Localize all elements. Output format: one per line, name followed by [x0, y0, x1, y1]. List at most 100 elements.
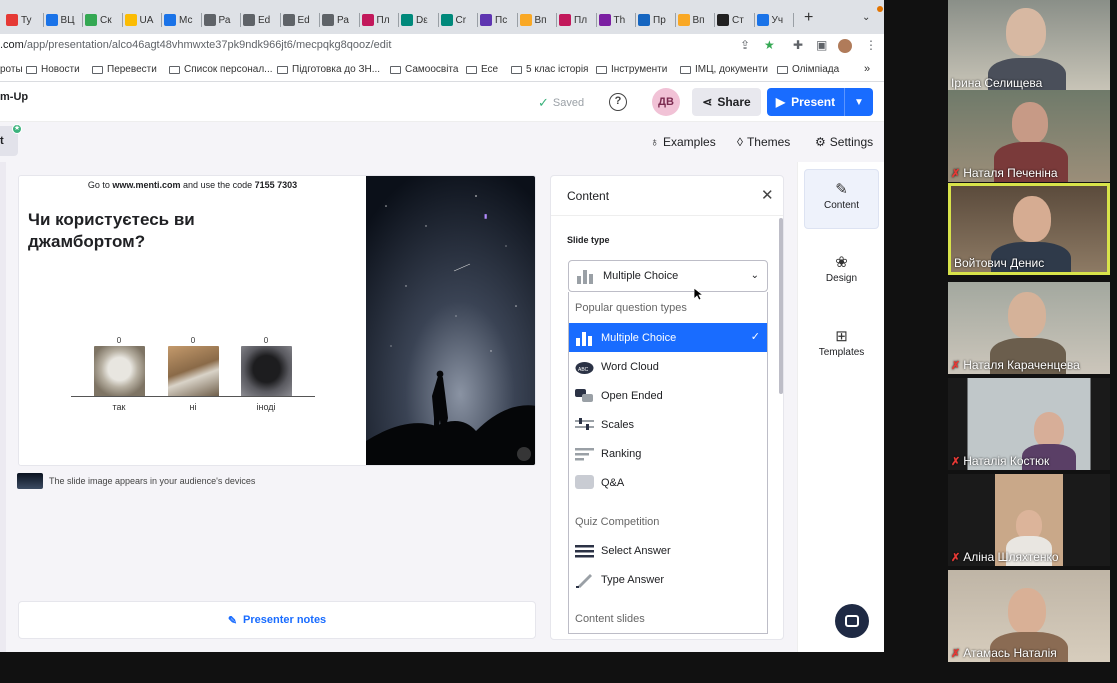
bar-chart-icon: [577, 270, 593, 284]
option-label: іноді: [256, 402, 276, 412]
browser-tab[interactable]: Ed: [243, 8, 281, 32]
browser-tab[interactable]: Ра: [322, 8, 360, 32]
image-thumbnail[interactable]: [17, 473, 43, 489]
address-bar[interactable]: .com/app/presentation/alco46agt48vhmwxte…: [0, 34, 884, 58]
word-cloud-icon: ABC: [575, 361, 594, 374]
browser-tab[interactable]: Ск: [85, 8, 123, 32]
slide-preview[interactable]: Go to www.menti.com and use the code 715…: [18, 175, 536, 466]
url-text[interactable]: .com/app/presentation/alco46agt48vhmwxte…: [0, 39, 391, 51]
bookmark-item[interactable]: Інструменти: [596, 64, 667, 75]
presentation-title[interactable]: m-Up: [0, 91, 28, 103]
bookmark-item[interactable]: 5 клас історія: [511, 64, 588, 75]
participant-tile[interactable]: ✗ Наталія Костюк: [948, 378, 1110, 470]
side-panel-icon[interactable]: ▣: [816, 38, 827, 52]
tab-search-chevron-icon[interactable]: ⌄: [862, 12, 870, 23]
slide-type-select[interactable]: Multiple Choice ⌄: [568, 260, 768, 292]
option-type-answer[interactable]: Type Answer: [569, 565, 767, 594]
new-tab-button[interactable]: +: [804, 9, 813, 27]
bookmark-item[interactable]: Самоосвіта: [390, 64, 458, 75]
share-button[interactable]: ⋖ Share: [692, 88, 761, 116]
present-button[interactable]: ▶ Present: [767, 88, 845, 116]
browser-tab[interactable]: Пл: [559, 8, 597, 32]
rail-content-button[interactable]: ✎ Content: [804, 169, 879, 229]
browser-tab[interactable]: Cr: [440, 8, 478, 32]
panel-scrollbar[interactable]: [779, 218, 783, 394]
slide-list-strip[interactable]: [0, 162, 6, 652]
option-multiple-choice[interactable]: Multiple Choice ✓: [569, 323, 767, 352]
rail-templates-button[interactable]: ⊞ Templates: [804, 317, 879, 377]
browser-tab[interactable]: Пс: [480, 8, 518, 32]
participant-tile[interactable]: Ірина Селищева: [948, 0, 1110, 92]
bookmark-item[interactable]: Новости: [26, 64, 80, 75]
user-avatar[interactable]: ДВ: [652, 88, 680, 116]
tab-favicon-icon: [717, 14, 729, 26]
profile-avatar[interactable]: [838, 39, 852, 53]
tab-label: ВЦ: [60, 14, 75, 26]
browser-tab[interactable]: Пл: [361, 8, 399, 32]
bookmark-item[interactable]: роты: [0, 64, 23, 75]
ranking-icon: [575, 447, 594, 460]
folder-icon: [277, 65, 288, 74]
participant-tile[interactable]: ✗ Аліна Шляхтенко: [948, 474, 1110, 566]
browser-tab[interactable]: Th: [598, 8, 636, 32]
tab-label: Пл: [574, 14, 588, 26]
bookmark-item[interactable]: Есе: [466, 64, 498, 75]
tab-label: Ed: [258, 14, 271, 26]
share-page-icon[interactable]: ⇪: [740, 38, 750, 52]
tab-label: Вп: [534, 14, 547, 26]
slide-question[interactable]: Чи користуєтесь ви джамбортом?: [28, 209, 278, 253]
participant-tile-active-speaker[interactable]: Войтович Денис: [948, 183, 1110, 275]
participant-tile[interactable]: ✗ Атамась Наталія: [948, 570, 1110, 662]
option-scales[interactable]: Scales: [569, 410, 767, 439]
bookmark-star-icon[interactable]: ★: [764, 38, 775, 52]
chevron-down-icon: ⌄: [750, 270, 759, 281]
extensions-icon[interactable]: ✚: [793, 38, 803, 52]
themes-button[interactable]: ◊ Themes: [737, 135, 790, 149]
dog-image: [93, 346, 145, 397]
option-qa[interactable]: Q&A: [569, 468, 767, 497]
browser-tab[interactable]: Dε: [401, 8, 439, 32]
browser-menu-icon[interactable]: ⋮: [865, 38, 877, 52]
tab-favicon-icon: [638, 14, 650, 26]
option-ranking[interactable]: Ranking: [569, 439, 767, 468]
bookmark-item[interactable]: Перевести: [92, 64, 157, 75]
participant-tile[interactable]: ✗ Наталя Караченцева: [948, 282, 1110, 374]
option-open-ended[interactable]: Open Ended: [569, 381, 767, 410]
browser-tab[interactable]: ВЦ: [45, 8, 83, 32]
browser-tab[interactable]: Ст: [717, 8, 755, 32]
chat-support-button[interactable]: [835, 604, 869, 638]
browser-tab[interactable]: Мс: [164, 8, 202, 32]
option-select-answer[interactable]: Select Answer: [569, 536, 767, 565]
browser-tab[interactable]: Ty: [6, 8, 44, 32]
pencil-icon: [576, 573, 592, 588]
tab-label: Ск: [100, 14, 112, 26]
tab-label: Cr: [455, 14, 467, 26]
tab-label: Ty: [21, 14, 32, 26]
rail-design-button[interactable]: ❀ Design: [804, 243, 879, 303]
present-button-group: ▶ Present ▼: [767, 88, 873, 116]
browser-tab[interactable]: Пр: [638, 8, 676, 32]
examples-button[interactable]: ♁ Examples: [650, 135, 716, 149]
browser-tab[interactable]: Ра: [203, 8, 241, 32]
present-options-chevron-icon[interactable]: ▼: [845, 97, 873, 108]
close-icon[interactable]: ✕: [761, 186, 774, 204]
participant-tile[interactable]: ✗ Наталя Печеніна: [948, 90, 1110, 182]
bookmarks-more-button[interactable]: »: [864, 63, 870, 75]
bookmark-item[interactable]: Підготовка до ЗН...: [277, 64, 380, 75]
settings-button[interactable]: ⚙ Settings: [815, 135, 873, 149]
browser-tab[interactable]: Уч: [756, 8, 794, 32]
folder-icon: [26, 65, 37, 74]
bookmark-item[interactable]: ІМЦ, документи: [680, 64, 768, 75]
browser-tab[interactable]: Вп: [519, 8, 557, 32]
option-word-cloud[interactable]: ABC Word Cloud: [569, 352, 767, 381]
browser-tab[interactable]: Ed: [282, 8, 320, 32]
browser-tab[interactable]: Вп: [677, 8, 715, 32]
presenter-notes-button[interactable]: ✎ Presenter notes: [18, 601, 536, 639]
tab-favicon-icon: [282, 14, 295, 26]
tab-label: UA: [139, 14, 154, 26]
help-icon[interactable]: ?: [609, 93, 627, 111]
bookmark-item[interactable]: Олімпіада: [777, 64, 839, 75]
tab-label: Dε: [416, 14, 428, 26]
browser-tab[interactable]: UA: [124, 8, 162, 32]
bookmark-item[interactable]: Список персонал...: [169, 64, 273, 75]
